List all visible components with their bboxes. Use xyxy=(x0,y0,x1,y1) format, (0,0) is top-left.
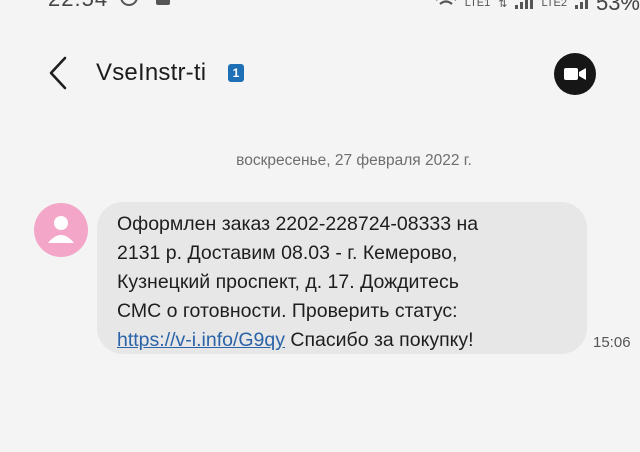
back-button[interactable] xyxy=(38,51,78,95)
message-text: Оформлен заказ 2202-228724-08333 на 2131… xyxy=(117,210,569,355)
chevron-left-icon xyxy=(49,56,67,90)
signal-bars-2-icon xyxy=(574,0,588,9)
status-bar: 22:54 LTE1 ⇅ LTE2 53% xyxy=(0,0,640,16)
signal-bars-1-icon xyxy=(515,0,534,9)
contact-name[interactable]: VseInstr-ti xyxy=(96,59,206,87)
avatar[interactable] xyxy=(34,203,88,257)
data-arrows-icon: ⇅ xyxy=(498,0,508,10)
video-call-button[interactable] xyxy=(554,53,596,95)
message-body: Оформлен заказ 2202-228724-08333 на 2131… xyxy=(117,213,479,322)
sim-badge: 1 xyxy=(228,64,244,82)
message-closing: Спасибо за покупку! xyxy=(285,329,474,351)
notification-circle-icon xyxy=(120,0,138,6)
person-icon xyxy=(48,216,74,243)
video-camera-icon xyxy=(564,68,586,80)
status-right-icons: LTE1 ⇅ LTE2 53% xyxy=(435,0,640,16)
message-bubble[interactable]: Оформлен заказ 2202-228724-08333 на 2131… xyxy=(97,202,587,354)
conversation-header: VseInstr-ti 1 xyxy=(0,45,640,101)
status-notification-icons xyxy=(120,0,170,6)
date-separator: воскресенье, 27 февраля 2022 г. xyxy=(236,152,472,169)
message-link[interactable]: https://v-i.info/G9qy xyxy=(117,329,285,351)
network-label-2: LTE2 xyxy=(541,0,567,9)
network-label-1: LTE1 xyxy=(464,0,491,9)
battery-level: 53% xyxy=(595,0,640,15)
status-time: 22:54 xyxy=(48,0,108,12)
message-time: 15:06 xyxy=(593,334,631,351)
notification-square-icon xyxy=(156,0,170,5)
wifi-icon xyxy=(435,0,456,5)
